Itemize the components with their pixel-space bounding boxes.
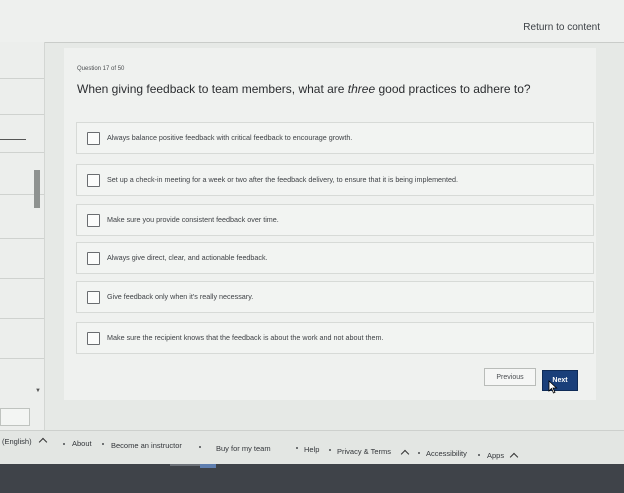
separator-dot [102, 443, 104, 445]
footer-language-selector[interactable]: (English) [2, 437, 32, 446]
option-checkbox[interactable] [87, 252, 100, 265]
option-label: Give feedback only when it's really nece… [107, 292, 254, 301]
rail-divider [0, 78, 44, 79]
bottom-bar-marks [170, 464, 200, 466]
mouse-cursor-icon [548, 380, 558, 394]
question-number: Question 17 of 50 [77, 66, 125, 72]
option-checkbox[interactable] [87, 174, 100, 187]
return-to-content-link[interactable]: Return to content [523, 22, 600, 33]
option-checkbox[interactable] [87, 132, 100, 145]
footer-link-buy-for-team[interactable]: Buy for my team [216, 444, 271, 453]
question-text-end: good practices to adhere to? [375, 82, 531, 96]
previous-button[interactable]: Previous [484, 368, 536, 386]
option-label: Always give direct, clear, and actionabl… [107, 253, 268, 262]
rail-divider [0, 278, 44, 279]
chevron-up-icon[interactable] [509, 452, 519, 462]
chevron-up-icon[interactable] [400, 449, 410, 459]
sidebar-scrollbar-thumb[interactable] [34, 170, 40, 208]
option-checkbox[interactable] [87, 332, 100, 345]
answer-option-3[interactable]: Make sure you provide consistent feedbac… [76, 204, 594, 236]
separator-dot [63, 443, 65, 445]
separator-dot [418, 452, 420, 454]
answer-option-6[interactable]: Make sure the recipient knows that the f… [76, 322, 594, 354]
question-text-start: When giving feedback to team members, wh… [77, 82, 348, 96]
footer-link-apps[interactable]: Apps [487, 451, 504, 460]
footer: (English) About Become an instructor Buy… [0, 430, 624, 465]
footer-link-become-instructor[interactable]: Become an instructor [111, 441, 182, 450]
option-checkbox[interactable] [87, 291, 100, 304]
answer-option-1[interactable]: Always balance positive feedback with cr… [76, 122, 594, 154]
answer-option-2[interactable]: Set up a check-in meeting for a week or … [76, 164, 594, 196]
rail-panel-box[interactable] [0, 408, 30, 426]
rail-divider [0, 114, 44, 115]
top-bar: Return to content [0, 0, 624, 43]
separator-dot [296, 447, 298, 449]
answer-option-4[interactable]: Always give direct, clear, and actionabl… [76, 242, 594, 274]
left-rail: ▼ [0, 42, 45, 430]
chevron-up-icon[interactable] [38, 437, 48, 447]
rail-divider [0, 238, 44, 239]
question-text-emphasis: three [347, 82, 376, 96]
footer-link-help[interactable]: Help [304, 445, 319, 454]
footer-link-privacy-terms[interactable]: Privacy & Terms [337, 447, 391, 456]
option-label: Make sure the recipient knows that the f… [107, 333, 384, 342]
bottom-bar [0, 464, 624, 493]
separator-dot [329, 449, 331, 451]
option-checkbox[interactable] [87, 214, 100, 227]
scroll-down-arrow-icon[interactable]: ▼ [35, 388, 41, 394]
option-label: Always balance positive feedback with cr… [107, 133, 353, 142]
option-label: Set up a check-in meeting for a week or … [107, 175, 459, 184]
question-panel: Question 17 of 50 When giving feedback t… [64, 48, 596, 400]
option-label: Make sure you provide consistent feedbac… [107, 215, 279, 224]
separator-dot [199, 446, 201, 448]
question-text: When giving feedback to team members, wh… [77, 82, 531, 96]
answer-option-5[interactable]: Give feedback only when it's really nece… [76, 281, 594, 313]
rail-marker [0, 139, 26, 140]
bottom-bar-accent [200, 464, 216, 468]
rail-divider [0, 318, 44, 319]
rail-divider [0, 152, 44, 153]
footer-link-about[interactable]: About [72, 439, 92, 448]
separator-dot [478, 454, 480, 456]
footer-link-accessibility[interactable]: Accessibility [426, 449, 467, 458]
rail-divider [0, 358, 44, 359]
